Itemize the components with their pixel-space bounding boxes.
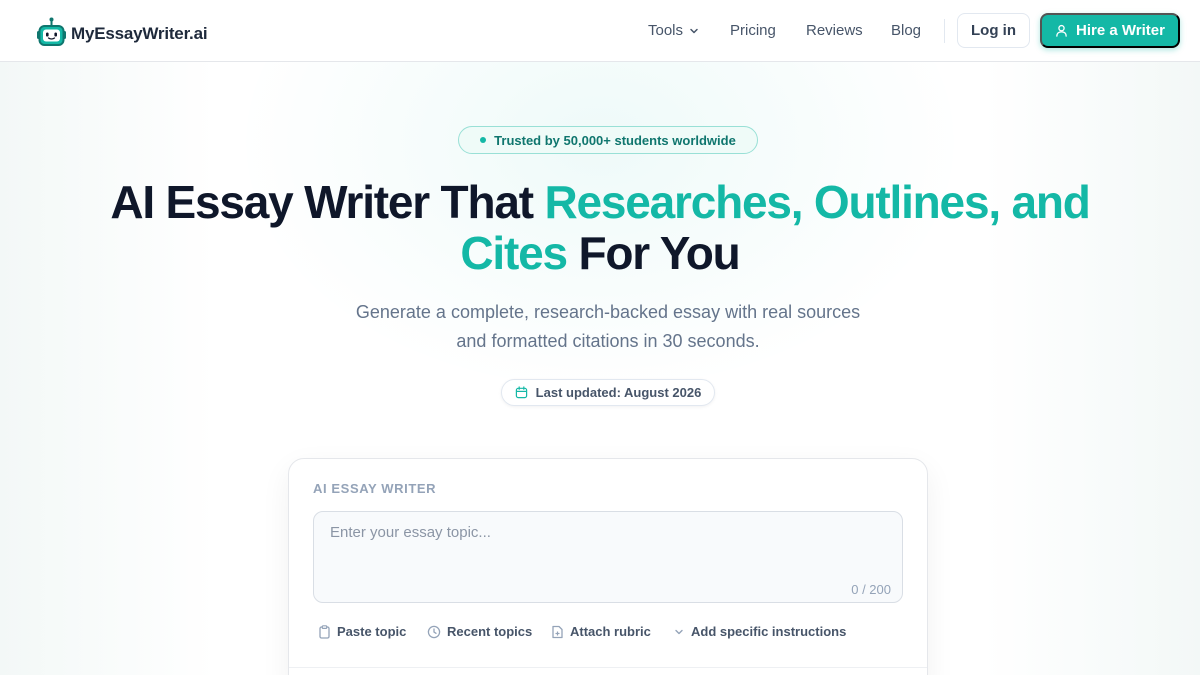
- trust-badge: Trusted by 50,000+ students worldwide: [458, 126, 758, 154]
- nav-tools-label: Tools: [648, 22, 684, 39]
- hire-writer-label: Hire a Writer: [1076, 22, 1165, 39]
- essay-topic-input[interactable]: [314, 512, 902, 602]
- nav-blog[interactable]: Blog: [891, 22, 921, 39]
- paste-topic-button[interactable]: Paste topic: [318, 624, 406, 639]
- recent-topics-label: Recent topics: [447, 624, 533, 639]
- logo[interactable]: MyEssayWriter.ai: [36, 17, 208, 47]
- card-divider: [289, 667, 927, 668]
- last-updated-badge: Last updated: August 2026: [501, 379, 715, 406]
- char-count: 0 / 200: [851, 582, 891, 597]
- chevron-down-icon: [690, 28, 698, 33]
- file-plus-icon: [552, 625, 563, 638]
- hero-section: Trusted by 50,000+ students worldwide AI…: [0, 0, 1200, 675]
- nav-tools[interactable]: Tools: [648, 22, 699, 39]
- status-dot-icon: [480, 137, 487, 143]
- site-header: MyEssayWriter.ai Tools Pricing Reviews B…: [0, 0, 1200, 62]
- add-instructions-toggle[interactable]: Add specific instructions: [673, 624, 846, 639]
- nav-reviews[interactable]: Reviews: [806, 22, 863, 39]
- headline-accent: Researches, Outlines, and Cites: [460, 176, 1090, 279]
- paste-topic-label: Paste topic: [337, 624, 407, 639]
- nav-pricing[interactable]: Pricing: [730, 22, 776, 39]
- page-title: AI Essay Writer That Researches, Outline…: [100, 177, 1100, 279]
- chevron-down-icon: [675, 629, 683, 634]
- hire-writer-button[interactable]: Hire a Writer: [1040, 13, 1180, 48]
- hero-subtext: Generate a complete, research-backed ess…: [355, 302, 861, 351]
- trust-badge-text: Trusted by 50,000+ students worldwide: [494, 132, 736, 148]
- calendar-icon: [515, 386, 527, 399]
- recent-topics-button[interactable]: Recent topics: [427, 624, 532, 639]
- robot-icon: [37, 17, 66, 46]
- add-instructions-label: Add specific instructions: [691, 624, 847, 639]
- attach-rubric-label: Attach rubric: [570, 624, 651, 639]
- last-updated-text: Last updated: August 2026: [535, 385, 702, 400]
- clock-icon: [427, 625, 441, 638]
- logo-text: MyEssayWriter.ai: [71, 24, 208, 43]
- headline-part2: For You: [566, 227, 740, 279]
- clipboard-icon: [319, 624, 330, 639]
- login-button[interactable]: Log in: [957, 13, 1030, 48]
- user-icon: [1056, 24, 1067, 37]
- card-label: AI ESSAY WRITER: [313, 481, 437, 496]
- essay-writer-card: AI ESSAY WRITER 0 / 200 Paste topic Rece…: [288, 458, 928, 675]
- attach-rubric-button[interactable]: Attach rubric: [551, 624, 651, 639]
- headline-part1: AI Essay Writer That: [110, 176, 545, 228]
- topic-box: 0 / 200: [313, 511, 903, 603]
- nav-divider: [944, 19, 945, 43]
